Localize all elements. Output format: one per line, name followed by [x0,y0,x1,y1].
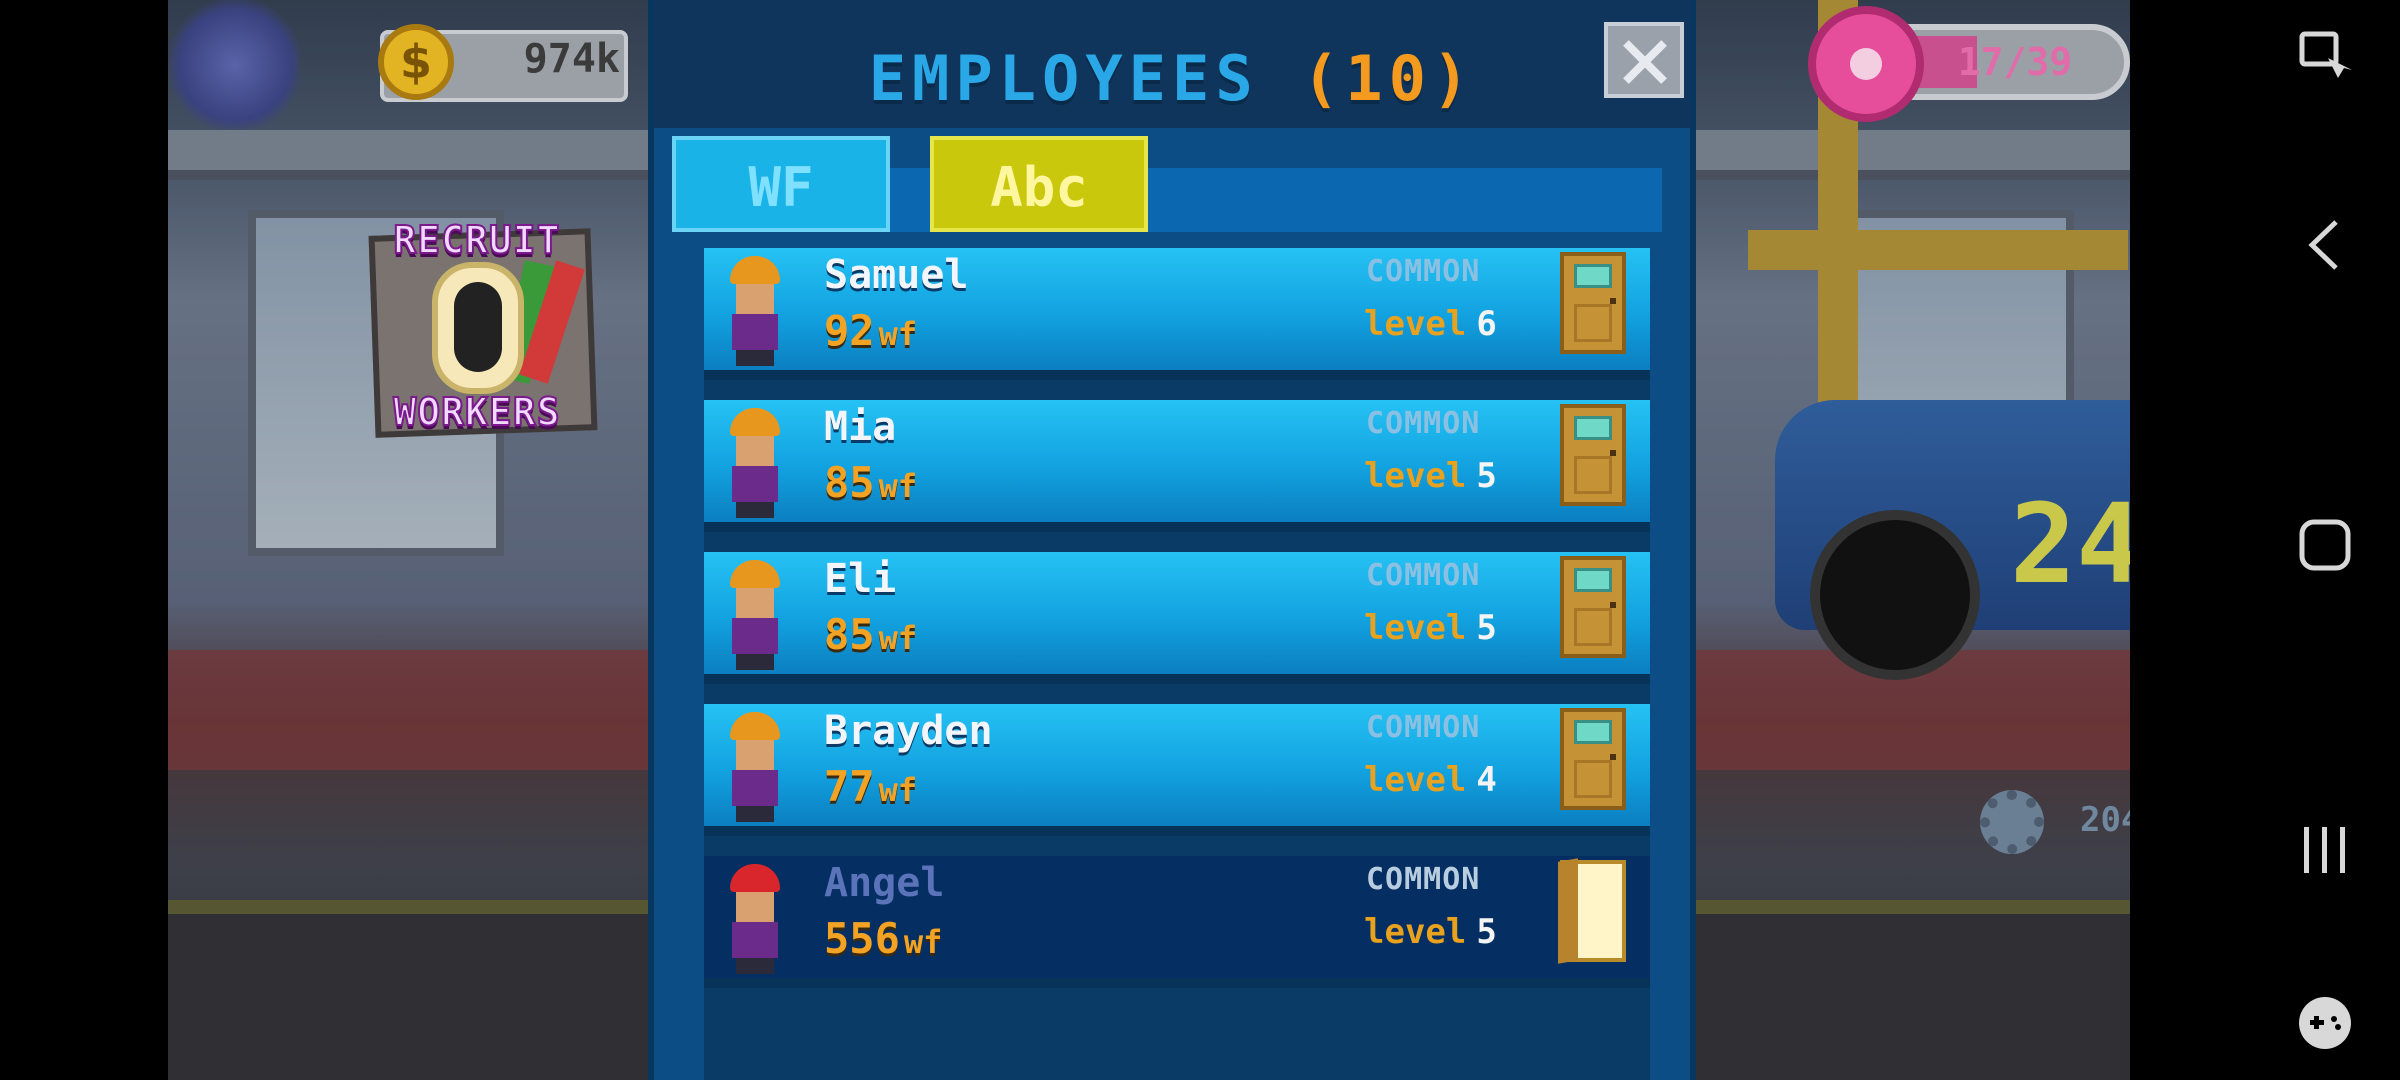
worker-avatar [722,560,788,670]
donut-icon [1808,6,1924,122]
employee-row[interactable]: Mia 85 wf COMMON level 5 [704,400,1650,532]
sort-alphabetical-tab[interactable]: Abc [930,136,1148,232]
open-door-icon[interactable] [1558,858,1626,964]
employee-count: (10) [1301,42,1476,115]
recruit-workers-button[interactable]: RECRUIT WORKERS [352,212,602,438]
door-icon[interactable] [1560,556,1626,658]
door-icon[interactable] [1560,404,1626,506]
recent-apps-icon[interactable] [2290,815,2360,885]
workers-label: WORKERS [392,389,561,435]
employee-name: Angel [824,860,945,906]
employee-level: level 5 [1364,608,1497,648]
employee-name: Brayden [824,708,993,754]
coin-icon: $ [378,24,454,100]
door-icon[interactable] [1560,708,1626,810]
employee-rarity: COMMON [1366,862,1481,897]
employees-dialog: EMPLOYEES (10) WF Abc Samuel 92 wf COMMON le… [648,0,1696,1080]
gear-icon[interactable] [1980,790,2044,854]
employee-level: level 4 [1364,760,1497,800]
employee-wf: 556 wf [824,914,943,963]
door-icon[interactable] [1560,252,1626,354]
employee-level: level 6 [1364,304,1497,344]
car-number: 24 [2010,480,2143,608]
silhouette-icon [432,262,524,394]
back-icon[interactable] [2290,210,2360,280]
employee-rarity: COMMON [1366,710,1481,745]
employee-wf: 77 wf [824,762,918,811]
manager-icon[interactable] [170,0,300,130]
worker-avatar [722,256,788,366]
dialog-title: EMPLOYEES (10) [654,42,1690,115]
employee-row[interactable]: Samuel 92 wf COMMON level 6 [704,248,1650,380]
employee-name: Eli [824,556,897,602]
employee-name: Samuel [824,252,969,298]
employee-wf: 92 wf [824,306,918,355]
worker-avatar [722,712,788,822]
home-icon[interactable] [2290,510,2360,580]
employee-level: level 5 [1364,456,1497,496]
employee-list[interactable]: Samuel 92 wf COMMON level 6 Mia 85 wf COMMON level… [704,248,1650,1080]
recruit-label: RECRUIT [392,217,561,263]
worker-avatar [722,864,788,974]
employee-row[interactable]: Eli 85 wf COMMON level 5 [704,552,1650,684]
screen-lock-icon[interactable] [2290,22,2360,92]
game-tools-icon[interactable] [2290,988,2360,1058]
title-text: EMPLOYEES [868,42,1259,115]
employee-name: Mia [824,404,897,450]
employee-wf: 85 wf [824,458,918,507]
coin-value: 974k [523,36,620,82]
donut-counter: 17/39 [1957,40,2073,84]
close-button[interactable] [1604,22,1684,98]
employee-wf: 85 wf [824,610,918,659]
employee-rarity: COMMON [1366,254,1481,289]
employee-rarity: COMMON [1366,406,1481,441]
worker-avatar [722,408,788,518]
employee-level: level 5 [1364,912,1497,952]
employee-rarity: COMMON [1366,558,1481,593]
employee-row[interactable]: Angel 556 wf COMMON level 5 [704,856,1650,988]
employee-row[interactable]: Brayden 77 wf COMMON level 4 [704,704,1650,836]
sort-by-wf-tab[interactable]: WF [672,136,890,232]
car-wheel [1810,510,1980,680]
